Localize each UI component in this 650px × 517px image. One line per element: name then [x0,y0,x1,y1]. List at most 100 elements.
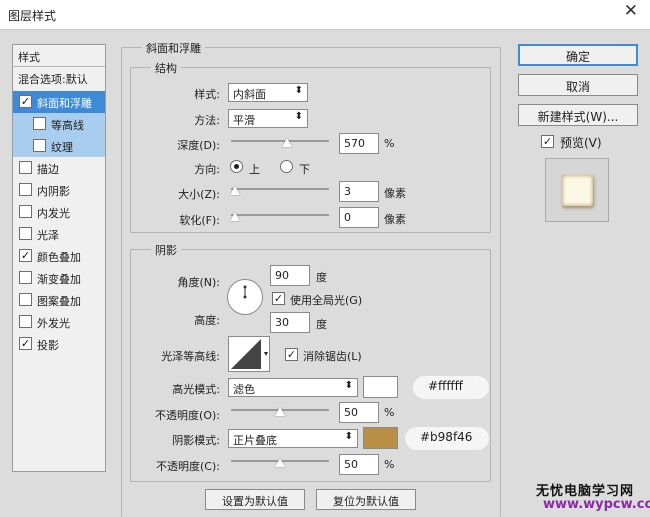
soften-slider-thumb[interactable] [230,212,240,221]
highlight-mode-select[interactable]: 滤色 ⬍ [228,378,358,397]
style-item-bevel[interactable]: ✓ 斜面和浮雕 [13,91,105,113]
style-select[interactable]: 内斜面 ⬍ [228,83,308,102]
style-item-stroke[interactable]: 描边 [13,157,105,179]
style-item-drop-shadow[interactable]: ✓ 投影 [13,333,105,355]
style-item-label: 图案叠加 [37,295,81,308]
checkbox[interactable] [19,227,32,240]
updown-icon: ⬍ [294,85,303,96]
shadow-opacity-label: 不透明度(C): [156,460,220,473]
style-item-outer-glow[interactable]: 外发光 [13,311,105,333]
style-item-inner-glow[interactable]: 内发光 [13,201,105,223]
checkbox[interactable]: ✓ [19,249,32,262]
preview-swatch [562,175,593,206]
gloss-contour-label: 光泽等高线: [161,350,220,363]
altitude-label: 高度: [194,314,220,327]
method-select-value: 平滑 [233,114,255,127]
style-item-label: 内阴影 [37,185,70,198]
reset-default-button[interactable]: 复位为默认值 [316,489,416,510]
direction-down-radio[interactable] [280,160,293,173]
highlight-color-swatch[interactable] [363,376,398,398]
new-style-button[interactable]: 新建样式(W)... [518,104,638,126]
checkbox[interactable]: ✓ [19,337,32,350]
depth-input[interactable]: 570 [339,133,379,154]
style-item-label: 渐变叠加 [37,273,81,286]
checkbox[interactable] [19,293,32,306]
bevel-group-title: 斜面和浮雕 [142,40,205,56]
method-select[interactable]: 平滑 ⬍ [228,109,308,128]
soften-slider-track[interactable] [231,214,329,216]
style-item-blending[interactable]: 混合选项:默认 [13,67,105,89]
style-item-texture[interactable]: 纹理 [13,135,105,157]
style-item-label: 内发光 [37,207,70,220]
angle-label: 角度(N): [177,276,220,289]
style-item-label: 颜色叠加 [37,251,81,264]
highlight-opacity-input[interactable]: 50 [339,402,379,423]
preview-thumbnail [545,158,609,222]
altitude-input[interactable]: 30 [270,312,310,333]
direction-up-label: 上 [249,163,260,176]
updown-icon: ⬍ [344,380,353,391]
depth-slider-track[interactable] [231,140,329,142]
close-icon[interactable]: ✕ [624,3,638,20]
depth-slider-thumb[interactable] [282,138,292,147]
highlight-mode-value: 滤色 [233,383,255,396]
set-default-button[interactable]: 设置为默认值 [205,489,305,510]
shading-title: 阴影 [151,242,181,258]
direction-down-label: 下 [299,163,310,176]
style-item-contour[interactable]: 等高线 [13,113,105,135]
checkbox[interactable] [19,271,32,284]
soften-label: 软化(F): [179,214,220,227]
structure-title: 结构 [151,60,181,76]
checkbox[interactable] [19,315,32,328]
checkbox[interactable] [19,161,32,174]
size-input[interactable]: 3 [339,181,379,202]
style-item-label: 斜面和浮雕 [37,97,92,110]
depth-label: 深度(D): [177,139,220,152]
style-item-label: 等高线 [51,119,84,132]
cancel-button[interactable]: 取消 [518,74,638,96]
altitude-unit: 度 [316,318,327,331]
style-label: 样式: [194,88,220,101]
shadow-mode-value: 正片叠底 [233,434,277,447]
gloss-contour-picker[interactable] [228,336,270,372]
style-item-label: 投影 [37,339,59,352]
angle-input[interactable]: 90 [270,265,310,286]
checkbox[interactable] [33,139,46,152]
soften-input[interactable]: 0 [339,207,379,228]
angle-dial[interactable] [226,278,264,316]
shadow-mode-select[interactable]: 正片叠底 ⬍ [228,429,358,448]
direction-up-radio[interactable] [230,160,243,173]
highlight-hex-label: #ffffff [413,376,489,399]
shadow-opacity-unit: % [384,458,395,471]
shadow-color-swatch[interactable] [363,427,398,449]
size-slider-thumb[interactable] [230,186,240,195]
style-item-label: 纹理 [51,141,73,154]
size-slider-track[interactable] [231,188,329,190]
highlight-opacity-label: 不透明度(O): [155,409,220,422]
shadow-opacity-slider-thumb[interactable] [275,458,285,467]
soften-unit: 像素 [384,213,406,226]
style-item-color-overlay[interactable]: ✓ 颜色叠加 [13,245,105,267]
style-item-satin[interactable]: 光泽 [13,223,105,245]
highlight-mode-label: 高光模式: [172,383,220,396]
style-select-value: 内斜面 [233,88,266,101]
style-item-gradient-overlay[interactable]: 渐变叠加 [13,267,105,289]
checkbox[interactable] [33,117,46,130]
checkbox[interactable] [19,205,32,218]
preview-checkbox[interactable]: ✓ [541,135,554,148]
global-light-checkbox[interactable]: ✓ [272,292,285,305]
checkbox[interactable] [19,183,32,196]
direction-label: 方向: [194,163,220,176]
ok-button[interactable]: 确定 [518,44,638,66]
checkbox[interactable]: ✓ [19,95,32,108]
method-label: 方法: [194,114,220,127]
antialias-checkbox[interactable]: ✓ [285,348,298,361]
shadow-opacity-input[interactable]: 50 [339,454,379,475]
styles-panel: 样式 混合选项:默认 ✓ 斜面和浮雕 等高线 纹理 描边 内阴影 内发光 光泽 ✓… [12,44,106,472]
highlight-opacity-slider-thumb[interactable] [275,407,285,416]
angle-unit: 度 [316,271,327,284]
style-item-inner-shadow[interactable]: 内阴影 [13,179,105,201]
antialias-label: 消除锯齿(L) [303,350,362,363]
style-item-pattern-overlay[interactable]: 图案叠加 [13,289,105,311]
title-bar [0,0,650,30]
